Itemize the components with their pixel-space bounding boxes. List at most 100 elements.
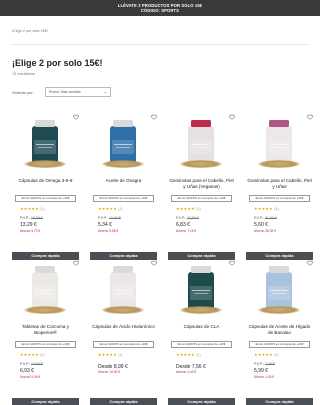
rating-stars: ★★★★★ (1) — [20, 206, 45, 211]
product-bottle — [110, 120, 136, 164]
rating-count: (1) — [40, 207, 45, 211]
product-image[interactable] — [168, 114, 235, 174]
stars-icon: ★★★★★ — [176, 206, 195, 211]
savings-text: Ahorra: 7,16 € — [176, 229, 197, 233]
page-title: ¡Elige 2 por solo 15€! — [12, 58, 103, 68]
product-bottle — [32, 266, 58, 310]
sort-dropdown[interactable]: Precio: Más vendido ⌄ — [45, 87, 111, 97]
savings-text: Ahorra: 5,65 € — [98, 229, 119, 233]
product-price: 5,34 € — [98, 222, 112, 228]
product-price: 6,93 € — [20, 368, 34, 374]
product-card[interactable]: Cápsulas de Aceite de Hígado de Bacalao … — [246, 260, 313, 405]
quick-buy-button[interactable]: Compra rápida — [246, 252, 313, 260]
list-price: P.V.P.: 15,99 € — [20, 362, 43, 366]
rating-stars: ★★★★★ (1) — [176, 206, 201, 211]
product-name[interactable]: Aceite de Onagra — [90, 178, 157, 184]
product-image[interactable] — [12, 260, 79, 320]
rating-count: (1) — [196, 353, 201, 357]
stars-icon: ★★★★★ — [176, 352, 195, 357]
chevron-down-icon: ⌄ — [103, 89, 107, 94]
product-price: 5,99 € — [254, 368, 268, 374]
product-card[interactable]: Aceite de Onagra Envío GRATIS en compras… — [90, 114, 157, 260]
quick-buy-button[interactable]: Compra rápida — [168, 398, 235, 405]
product-image[interactable] — [246, 260, 313, 320]
rating-count: (1) — [118, 207, 123, 211]
quick-buy-button[interactable]: Compra rápida — [168, 252, 235, 260]
product-image[interactable] — [90, 114, 157, 174]
product-name[interactable]: Cápsulas de Omega 3-6-9 — [12, 178, 79, 184]
rating-stars: ★★★★★ (1) — [20, 352, 45, 357]
heart-icon[interactable] — [151, 114, 157, 120]
quick-buy-button[interactable]: Compra rápida — [12, 252, 79, 260]
sort-label: Ordenar por: — [12, 91, 34, 95]
sort-selected-value: Precio: Más vendido — [49, 90, 81, 94]
result-count: 13 resultados — [12, 72, 35, 76]
rating-stars: ★★★★★ (1) — [254, 206, 279, 211]
product-name[interactable]: Cápsulas de Aceite de Hígado de Bacalao — [246, 324, 313, 335]
product-card[interactable]: Cápsulas de CLA Envío GRATIS en compras … — [168, 260, 235, 405]
promo-banner-line2: CÓDIGO: SPORTS — [140, 8, 180, 13]
list-price: P.V.P.: 10,99 € — [98, 216, 121, 220]
divider — [12, 44, 308, 45]
heart-icon[interactable] — [229, 260, 235, 266]
product-bottle — [188, 266, 214, 310]
quick-buy-button[interactable]: Compra rápida — [90, 398, 157, 405]
product-price: 13,29 € — [20, 222, 37, 228]
quick-buy-button[interactable]: Compra rápida — [90, 252, 157, 260]
product-name[interactable]: Cápsulas de Ácido Hialurónico — [90, 324, 157, 330]
free-shipping-badge: Envío GRATIS en compras de +40€ — [15, 195, 76, 202]
stars-icon: ★★★★★ — [254, 352, 273, 357]
product-card[interactable]: Cápsulas de Omega 3-6-9 Envío GRATIS en … — [12, 114, 79, 260]
product-price: 5,60 € — [254, 222, 268, 228]
heart-icon[interactable] — [307, 114, 313, 120]
capsules-pile — [258, 306, 300, 314]
quick-buy-button[interactable]: Compra rápida — [12, 398, 79, 405]
breadcrumb[interactable]: ¡Elige 2 por solo 15€! — [12, 29, 48, 33]
rating-count: (1) — [274, 353, 279, 357]
rating-stars: ★★★★★ (1) — [254, 352, 279, 357]
product-name[interactable]: Cápsulas de CLA — [168, 324, 235, 330]
stars-icon: ★★★★★ — [20, 352, 39, 357]
product-bottle — [266, 266, 292, 310]
product-name[interactable]: Tabletas de Cúrcuma y Bioperine® — [12, 324, 79, 335]
product-card[interactable]: Cápsulas de Ácido Hialurónico Envío GRAT… — [90, 260, 157, 405]
product-image[interactable] — [12, 114, 79, 174]
quick-buy-button[interactable]: Compra rápida — [246, 398, 313, 405]
list-price: P.V.P.: 7,49 € — [254, 362, 275, 366]
product-name[interactable]: Gominolas para el Cabello, Piel y Uñas — [246, 178, 313, 189]
product-image[interactable] — [90, 260, 157, 320]
free-shipping-badge: Envío GRATIS en compras de +40€ — [15, 341, 76, 348]
free-shipping-badge: Envío GRATIS en compras de +40€ — [249, 195, 310, 202]
stars-icon: ★★★★★ — [20, 206, 39, 211]
savings-text: Ahorra: 10,00 € — [98, 370, 120, 374]
product-card[interactable]: Gominolas para el Cabello, Piel y Uñas E… — [246, 114, 313, 260]
list-price: P.V.P.: 13,99 € — [176, 216, 199, 220]
capsules-pile — [180, 160, 222, 168]
rating-stars: ★★★★★ (1) — [98, 352, 123, 357]
savings-text: Ahorra: 4,43 € — [176, 370, 197, 374]
free-shipping-badge: Envío GRATIS en compras de +40€ — [171, 341, 232, 348]
product-card[interactable]: Gominolas para el Cabello, Piel y Uñas (… — [168, 114, 235, 260]
savings-text: Ahorra: 1,50 € — [254, 375, 275, 379]
heart-icon[interactable] — [229, 114, 235, 120]
list-price: P.V.P.: 31,99 € — [254, 216, 277, 220]
promo-banner[interactable]: LLÉVATE 2 PRODUCTOS POR SOLO 15€ CÓDIGO:… — [0, 0, 320, 16]
product-image[interactable] — [168, 260, 235, 320]
product-bottle — [32, 120, 58, 164]
capsules-pile — [102, 306, 144, 314]
product-card[interactable]: Tabletas de Cúrcuma y Bioperine® Envío G… — [12, 260, 79, 405]
rating-count: (1) — [40, 353, 45, 357]
product-bottle — [110, 266, 136, 310]
product-name[interactable]: Gominolas para el Cabello, Piel y Uñas (… — [168, 178, 235, 189]
heart-icon[interactable] — [73, 114, 79, 120]
rating-count: (1) — [118, 353, 123, 357]
product-image[interactable] — [246, 114, 313, 174]
heart-icon[interactable] — [73, 260, 79, 266]
capsules-pile — [24, 160, 66, 168]
free-shipping-badge: Envío GRATIS en compras de +40€ — [249, 341, 310, 348]
savings-text: Ahorra: 5,70 € — [20, 229, 41, 233]
heart-icon[interactable] — [307, 260, 313, 266]
heart-icon[interactable] — [151, 260, 157, 266]
capsules-pile — [102, 160, 144, 168]
product-price: 6,83 € — [176, 222, 190, 228]
